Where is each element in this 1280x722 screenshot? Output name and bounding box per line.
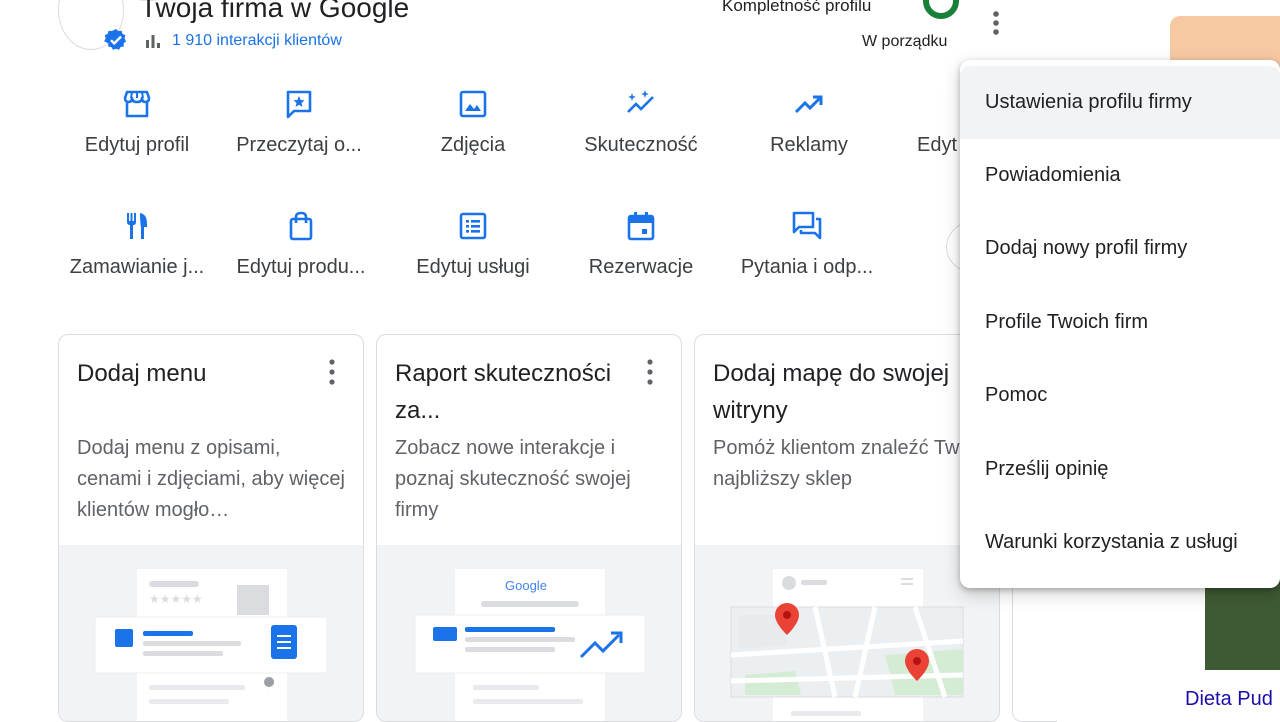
menu-item-notifications[interactable]: Powiadomienia — [960, 139, 1280, 212]
menu-item-help[interactable]: Pomoc — [960, 359, 1280, 432]
storefront-icon — [123, 90, 151, 118]
shopping-bag-icon — [289, 211, 313, 241]
action-label: Zdjęcia — [440, 134, 506, 156]
action-ads[interactable]: Reklamy — [724, 88, 894, 157]
page-title: Twoja firma w Google — [140, 0, 410, 23]
menu-item-feedback[interactable]: Prześlij opinię — [960, 433, 1280, 506]
photo-icon — [459, 90, 487, 118]
card-more-icon[interactable] — [325, 357, 339, 387]
forum-icon — [792, 211, 822, 240]
action-edit-products[interactable]: Edytuj produ... — [216, 210, 386, 279]
action-label: Skuteczność — [584, 134, 698, 156]
google-logo: Google — [505, 578, 547, 593]
action-label: Edyt — [917, 134, 958, 156]
action-label: Rezerwacje — [588, 256, 694, 278]
options-menu: Ustawienia profilu firmy Powiadomienia D… — [960, 60, 1280, 588]
card-title: Raport skuteczności za... — [395, 360, 612, 424]
menu-illustration: ★★★★★ — [59, 545, 363, 721]
action-questions-answers[interactable]: Pytania i odp... — [722, 210, 892, 279]
action-photos[interactable]: Zdjęcia — [388, 88, 558, 157]
bar-chart-icon — [146, 35, 160, 48]
menu-item-profile-settings[interactable]: Ustawienia profilu firmy — [960, 66, 1280, 139]
trending-up-icon — [794, 95, 823, 114]
action-label: Zamawianie j... — [69, 256, 205, 278]
verified-badge-icon — [104, 29, 127, 50]
menu-item-your-profiles[interactable]: Profile Twoich firm — [960, 286, 1280, 359]
report-illustration: Google — [377, 545, 681, 721]
review-star-icon — [286, 90, 312, 119]
list-icon — [459, 212, 487, 240]
profile-completeness-label: Kompletność profilu — [722, 0, 872, 15]
action-label: Edytuj profil — [84, 134, 190, 156]
performance-sparkle-icon — [627, 90, 654, 113]
calendar-icon — [627, 212, 655, 241]
menu-item-add-profile[interactable]: Dodaj nowy profil firmy — [960, 212, 1280, 285]
completeness-status: W porządku — [862, 33, 948, 50]
product-name-link[interactable]: Dieta Pud — [1185, 688, 1273, 711]
menu-item-terms[interactable]: Warunki korzystania z usługi — [960, 506, 1280, 579]
card-description: Zobacz nowe interakcje i poznaj skuteczn… — [395, 437, 631, 521]
customer-interactions-link[interactable]: 1 910 interakcji klientów — [172, 32, 342, 50]
card-title: Dodaj menu — [77, 360, 207, 387]
action-edit-partial[interactable]: Edyt — [890, 88, 960, 157]
card-description: Pomóż klientom znaleźć Twój najbliższy s… — [713, 437, 975, 490]
action-label: Przeczytaj o... — [236, 134, 362, 156]
completeness-ring-icon — [923, 0, 959, 19]
card-add-map[interactable]: Dodaj mapę do swojej witryny Pomóż klien… — [694, 334, 1000, 722]
svg-text:★★★★★: ★★★★★ — [149, 592, 203, 606]
action-edit-services[interactable]: Edytuj usługi — [388, 210, 558, 279]
action-performance[interactable]: Skuteczność — [556, 88, 726, 157]
more-options-icon[interactable] — [984, 8, 1008, 38]
map-illustration — [695, 545, 999, 721]
card-performance-report[interactable]: Raport skuteczności za... Zobacz nowe in… — [376, 334, 682, 722]
card-add-menu[interactable]: Dodaj menu Dodaj menu z opisami, cenami … — [58, 334, 364, 722]
action-label: Pytania i odp... — [740, 256, 874, 278]
action-label: Reklamy — [770, 134, 848, 156]
action-food-ordering[interactable]: Zamawianie j... — [52, 210, 222, 279]
card-more-icon[interactable] — [643, 357, 657, 387]
restaurant-icon — [127, 213, 147, 239]
action-edit-profile[interactable]: Edytuj profil — [52, 88, 222, 157]
action-label: Edytuj usługi — [416, 256, 530, 278]
card-title: Dodaj mapę do swojej witryny — [713, 360, 950, 424]
card-description: Dodaj menu z opisami, cenami i zdjęciami… — [77, 437, 345, 521]
action-bookings[interactable]: Rezerwacje — [556, 210, 726, 279]
action-read-reviews[interactable]: Przeczytaj o... — [214, 88, 384, 157]
action-label: Edytuj produ... — [236, 256, 366, 278]
